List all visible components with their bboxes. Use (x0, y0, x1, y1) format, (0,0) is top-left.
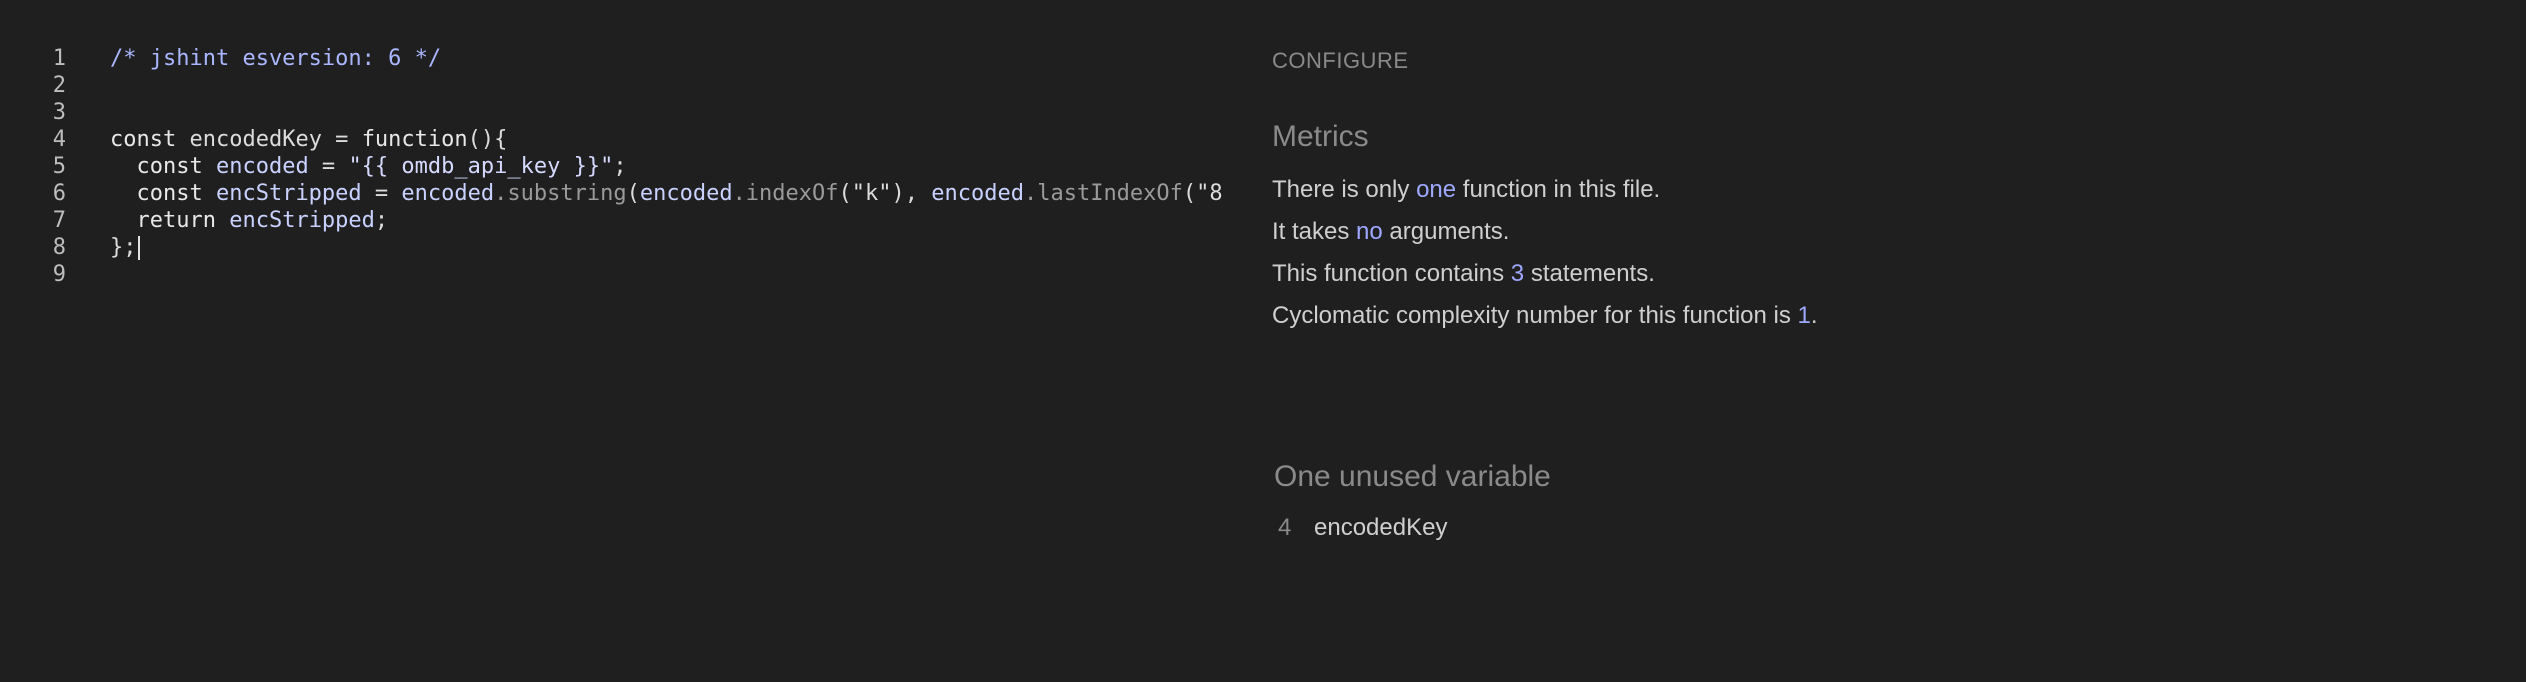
code-token: ("k"), (838, 181, 932, 206)
code-text[interactable]: const encodedKey = function(){ (110, 126, 507, 153)
code-line[interactable]: 9 (0, 261, 1232, 288)
code-line[interactable]: 6 const encStripped = encoded.substring(… (0, 180, 1232, 207)
code-token: encStripped (229, 208, 375, 233)
code-token: return (110, 208, 230, 233)
code-token: }; (110, 235, 137, 260)
metric-value: 3 (1510, 260, 1525, 287)
line-number: 5 (52, 154, 66, 179)
unused-variable-row[interactable]: 4 encodedKey (1278, 514, 1447, 542)
code-line[interactable]: 3 (0, 99, 1232, 126)
code-line[interactable]: 7 return encStripped; (0, 207, 1232, 234)
metric-value: no (1356, 218, 1383, 245)
code-token: (){ (467, 127, 508, 152)
metric-text: Cyclomatic complexity number for this fu… (1272, 302, 1798, 329)
unused-variables-heading: One unused variable (1274, 460, 1551, 493)
code-line[interactable]: 4 const encodedKey = function(){ (0, 126, 1232, 153)
jshint-app: 1/* jshint esversion: 6 */2 3 4 const encod… (0, 0, 2526, 682)
code-text[interactable]: /* jshint esversion: 6 */ (110, 45, 441, 72)
code-token: const (110, 127, 190, 152)
code-line[interactable]: 8}; (0, 234, 1232, 261)
code-token: const (110, 181, 216, 206)
line-number: 8 (52, 235, 66, 260)
metrics-heading: Metrics (1272, 120, 1369, 153)
unused-variable-name: encodedKey (1314, 514, 1448, 541)
code-line[interactable]: 5 const encoded = "{{ omdb_api_key }}"; (0, 153, 1232, 180)
report-panel: CONFIGURE Metrics There is only one func… (1272, 0, 2472, 682)
code-token: encoded (215, 154, 309, 179)
metric-item: This function contains 3 statements. (1272, 260, 1655, 288)
code-token: .lastIndexOf (1023, 181, 1183, 206)
code-editor[interactable]: 1 /* jshint esversion: 6 */ 2 3 4 const encod… (0, 45, 1232, 345)
line-number: 4 (52, 127, 66, 152)
metric-item: There is only one function in this file. (1272, 176, 1660, 204)
metric-item: Cyclomatic complexity number for this fu… (1272, 302, 1818, 330)
line-number: 1 (52, 46, 66, 71)
code-token: .substring (494, 181, 627, 206)
metric-item: It takes no arguments. (1272, 218, 1509, 246)
code-text[interactable]: }; (110, 234, 140, 261)
code-token: function (361, 127, 468, 152)
metric-text: This function contains (1272, 260, 1511, 287)
code-token: "{{ omdb_api_key }}" (348, 154, 614, 179)
metric-text: It takes (1272, 218, 1357, 245)
metric-value: 1 (1797, 302, 1811, 329)
code-token: ("8 (1182, 181, 1223, 206)
configure-link[interactable]: CONFIGURE (1272, 48, 1409, 74)
line-number: 9 (52, 262, 66, 287)
code-token: const (110, 154, 216, 179)
code-token: encoded (639, 181, 733, 206)
code-token: /* jshint esversion: 6 */ (110, 46, 442, 71)
line-number: 7 (52, 208, 66, 233)
metric-text: arguments. (1382, 218, 1510, 245)
code-token: = (308, 154, 349, 179)
code-line[interactable]: 2 (0, 72, 1232, 99)
metric-value: one (1416, 176, 1457, 203)
code-token: = (321, 127, 362, 152)
code-token: encoded (401, 181, 495, 206)
code-token: = (361, 181, 402, 206)
metric-text: statements. (1524, 260, 1655, 287)
code-text[interactable]: const encoded = "{{ omdb_api_key }}"; (110, 153, 627, 180)
line-number: 2 (52, 73, 66, 98)
text-cursor (137, 236, 140, 260)
code-token: encoded (931, 181, 1024, 206)
line-number: 3 (52, 100, 66, 125)
code-token: ; (613, 154, 627, 179)
code-token: ; (374, 208, 389, 233)
metric-text: function in this file. (1456, 176, 1661, 203)
code-text[interactable]: return encStripped; (110, 207, 388, 234)
code-token: encodedKey (189, 127, 322, 152)
code-token: .indexOf (732, 181, 839, 206)
metric-text: There is only (1272, 176, 1417, 203)
line-number: 6 (52, 181, 66, 206)
code-line[interactable]: 1 /* jshint esversion: 6 */ (0, 45, 1232, 72)
metric-text: . (1810, 302, 1818, 329)
unused-variable-line: 4 (1278, 514, 1292, 541)
code-token: encStripped (215, 181, 362, 206)
code-token: ( (626, 181, 640, 206)
code-text[interactable]: const encStripped = encoded.substring(en… (110, 180, 1223, 207)
